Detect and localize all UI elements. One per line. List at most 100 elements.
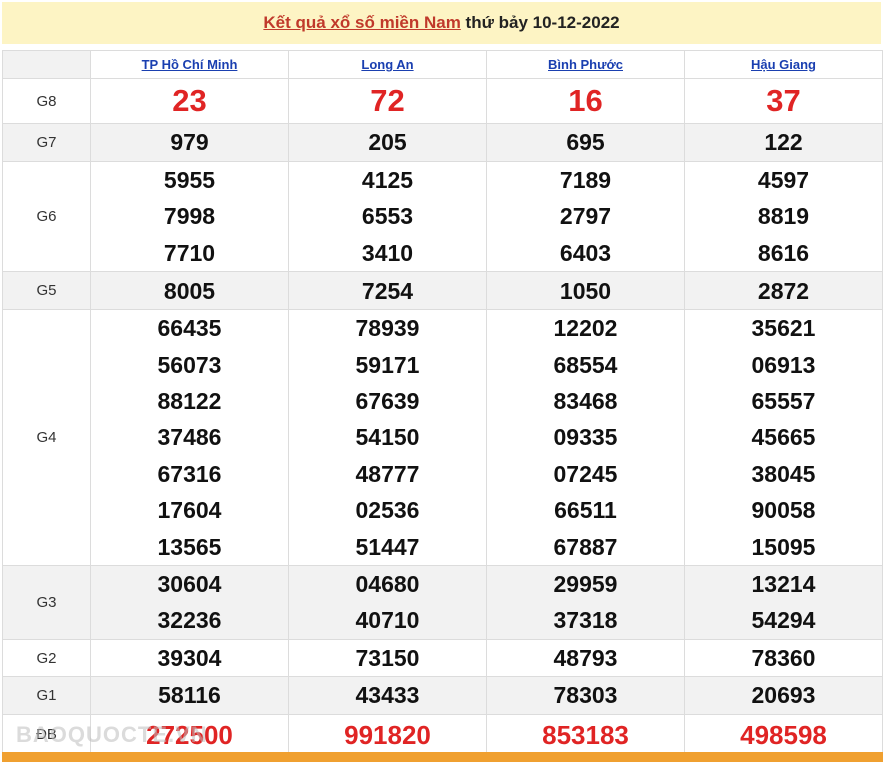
province-link[interactable]: TP Hồ Chí Minh <box>142 57 238 72</box>
prize-cell: 30604 32236 <box>90 565 289 640</box>
prize-number: 38045 <box>751 460 816 487</box>
prize-number: 7998 <box>163 203 216 230</box>
prize-number: 90058 <box>751 497 816 524</box>
page-title: Kết quả xổ số miền Nam thứ bảy 10-12-202… <box>2 2 881 44</box>
prize-label: G5 <box>2 271 91 311</box>
prize-number: 37318 <box>553 607 618 634</box>
prize-cell: 66435 56073 88122 37486 67316 17604 13565 <box>90 309 289 567</box>
prize-number: 37 <box>766 83 801 118</box>
prize-cell: 04680 40710 <box>288 565 487 640</box>
prize-number: 13565 <box>157 533 222 560</box>
prize-number: 88122 <box>157 388 222 415</box>
prize-number: 979 <box>170 129 209 156</box>
prize-cell: 5955 7998 7710 <box>90 160 289 273</box>
prize-cell: 272500 <box>90 713 289 756</box>
prize-cell: 498598 <box>684 713 883 756</box>
prize-number: 2797 <box>559 203 612 230</box>
prize-number: 272500 <box>146 719 233 750</box>
prize-number: 07245 <box>553 460 618 487</box>
prize-number: 39304 <box>157 644 222 671</box>
prize-row: G4 66435 56073 88122 37486 67316 17604 13565 789… <box>2 309 883 567</box>
prize-cell: 1050 <box>486 271 685 311</box>
results-date: thứ bảy 10-12-2022 <box>460 13 620 32</box>
province-header: TP Hồ Chí Minh <box>90 50 289 79</box>
prize-cell: 2872 <box>684 271 883 311</box>
prize-cell: 58116 <box>90 676 289 715</box>
prize-cell: 48793 <box>486 638 685 678</box>
prize-cell: 7254 <box>288 271 487 311</box>
prize-number: 498598 <box>740 719 827 750</box>
prize-number: 72 <box>370 83 405 118</box>
province-header: Long An <box>288 50 487 79</box>
prize-number: 67639 <box>355 388 420 415</box>
prize-row: G1 58116 43433 78303 20693 <box>2 676 883 715</box>
prize-number: 73150 <box>355 644 420 671</box>
prize-number: 20693 <box>751 682 816 709</box>
province-link[interactable]: Hậu Giang <box>751 57 816 72</box>
prize-number: 67887 <box>553 533 618 560</box>
prize-number: 40710 <box>355 607 420 634</box>
prize-number: 04680 <box>355 571 420 598</box>
prize-cell: 979 <box>90 123 289 162</box>
prize-number: 695 <box>566 129 605 156</box>
prize-number: 09335 <box>553 424 618 451</box>
corner-cell <box>2 50 91 79</box>
prize-number: 122 <box>764 129 803 156</box>
prize-cell: 35621 06913 65557 45665 38045 90058 15095 <box>684 309 883 567</box>
prize-number: 59171 <box>355 351 420 378</box>
prize-row: G5 8005 7254 1050 2872 <box>2 271 883 311</box>
prize-cell: 20693 <box>684 676 883 715</box>
prize-number: 66511 <box>554 497 617 524</box>
prize-cell: 29959 37318 <box>486 565 685 640</box>
prize-label: G2 <box>2 638 91 678</box>
province-header: Hậu Giang <box>684 50 883 79</box>
prize-number: 56073 <box>157 351 222 378</box>
prize-cell: 72 <box>288 78 487 124</box>
prize-cell: 205 <box>288 123 487 162</box>
prize-number: 17604 <box>157 497 222 524</box>
prize-label: G1 <box>2 676 91 715</box>
prize-number: 8819 <box>757 203 810 230</box>
prize-cell: 23 <box>90 78 289 124</box>
prize-label: G6 <box>2 160 91 273</box>
prize-number: 48777 <box>355 460 420 487</box>
prize-cell: 4597 8819 8616 <box>684 160 883 273</box>
prize-cell: 122 <box>684 123 883 162</box>
prize-number: 78360 <box>751 644 816 671</box>
prize-label: ĐB <box>2 713 91 756</box>
prize-number: 65557 <box>751 388 816 415</box>
prize-cell: 991820 <box>288 713 487 756</box>
prize-number: 78303 <box>553 682 618 709</box>
prize-cell: 13214 54294 <box>684 565 883 640</box>
prize-number: 853183 <box>542 719 629 750</box>
prize-number: 23 <box>172 83 207 118</box>
province-link[interactable]: Bình Phước <box>548 57 623 72</box>
prize-number: 15095 <box>751 533 816 560</box>
prize-cell: 78939 59171 67639 54150 48777 02536 51447 <box>288 309 487 567</box>
prize-cell: 78360 <box>684 638 883 678</box>
prize-number: 6553 <box>361 203 414 230</box>
province-link[interactable]: Long An <box>361 57 413 72</box>
prize-cell: 37 <box>684 78 883 124</box>
prize-number: 66435 <box>157 315 222 342</box>
prize-cell: 73150 <box>288 638 487 678</box>
prize-number: 12202 <box>553 315 618 342</box>
prize-number: 54294 <box>751 607 816 634</box>
prize-cell: 16 <box>486 78 685 124</box>
prize-label: G7 <box>2 123 91 162</box>
prize-label: G4 <box>2 309 91 567</box>
prize-cell: 12202 68554 83468 09335 07245 66511 67887 <box>486 309 685 567</box>
prize-number: 06913 <box>751 351 816 378</box>
prize-number: 37486 <box>157 424 222 451</box>
prize-cell: 39304 <box>90 638 289 678</box>
prize-number: 991820 <box>344 719 431 750</box>
prize-number: 29959 <box>553 571 618 598</box>
prize-number: 02536 <box>355 497 420 524</box>
results-title-link[interactable]: Kết quả xổ số miền Nam <box>263 13 460 32</box>
prize-row: G8 23 72 16 37 <box>2 78 883 124</box>
prize-number: 7254 <box>361 277 414 304</box>
prize-number: 58116 <box>158 682 221 709</box>
prize-number: 5955 <box>163 167 216 193</box>
prize-number: 8005 <box>163 277 216 304</box>
prize-number: 8616 <box>757 239 810 266</box>
